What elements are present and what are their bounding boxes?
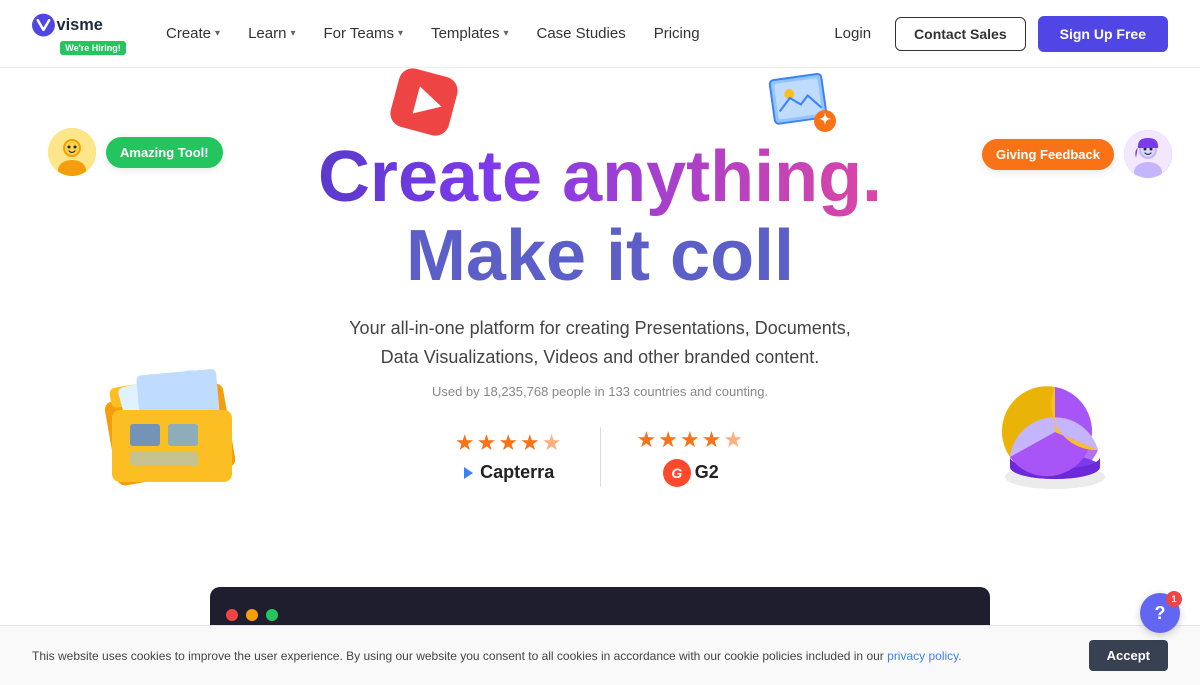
help-button[interactable]: ? 1 <box>1140 593 1180 633</box>
window-dot-green <box>266 609 278 621</box>
window-dot-yellow <box>246 609 258 621</box>
g2-label: G2 <box>695 462 719 483</box>
svg-text:visme: visme <box>57 16 103 34</box>
chevron-down-icon: ▾ <box>503 28 508 39</box>
cookie-accept-button[interactable]: Accept <box>1089 640 1168 671</box>
nav-links: Create ▾ Learn ▾ For Teams ▾ Templates ▾… <box>154 19 822 48</box>
pie-chart-illustration <box>990 382 1120 497</box>
capterra-label: Capterra <box>480 462 554 483</box>
hero-title-line1: Create anything. <box>20 138 1180 217</box>
login-button[interactable]: Login <box>822 19 883 48</box>
g2-logo: G G2 <box>663 459 719 487</box>
logo[interactable]: visme <box>32 12 122 38</box>
navbar: visme We're Hiring! Create ▾ Learn ▾ For… <box>0 0 1200 68</box>
arrow-shape <box>390 68 458 141</box>
hero-section: Amazing Tool! ✦ Create anything. Make it… <box>0 68 1200 507</box>
capterra-stars: ★★★★★ <box>455 430 564 456</box>
nav-learn[interactable]: Learn ▾ <box>236 19 307 48</box>
capterra-logo: Capterra <box>464 462 554 483</box>
hero-stat: Used by 18,235,768 people in 133 countri… <box>20 384 1180 399</box>
svg-text:✦: ✦ <box>819 111 831 127</box>
window-dot-red <box>226 609 238 621</box>
chevron-down-icon: ▾ <box>290 28 295 39</box>
privacy-policy-link[interactable]: privacy policy. <box>887 649 961 663</box>
g2-logo-circle: G <box>663 459 691 487</box>
g2-rating: ★★★★★ G G2 <box>600 427 782 487</box>
image-frame-shape: ✦ <box>768 68 840 145</box>
nav-for-teams[interactable]: For Teams ▾ <box>311 19 415 48</box>
hero-title-line2: Make it coll <box>20 217 1180 296</box>
nav-case-studies[interactable]: Case Studies <box>524 19 637 48</box>
g2-stars: ★★★★★ <box>637 427 746 453</box>
logo-container: visme We're Hiring! <box>32 12 154 54</box>
hero-subtitle: Your all-in-one platform for creating Pr… <box>20 314 1180 372</box>
chevron-down-icon: ▾ <box>215 28 220 39</box>
contact-sales-button[interactable]: Contact Sales <box>895 17 1026 51</box>
cookie-banner: This website uses cookies to improve the… <box>0 625 1200 685</box>
capterra-rating: ★★★★★ Capterra <box>419 430 600 483</box>
cookie-text: This website uses cookies to improve the… <box>32 649 1073 663</box>
signup-button[interactable]: Sign Up Free <box>1038 16 1168 52</box>
hiring-badge: We're Hiring! <box>60 41 125 55</box>
chevron-down-icon: ▾ <box>398 28 403 39</box>
help-badge: 1 <box>1166 591 1182 607</box>
nav-templates[interactable]: Templates ▾ <box>419 19 520 48</box>
nav-actions: Login Contact Sales Sign Up Free <box>822 16 1168 52</box>
capterra-arrow-icon <box>464 467 473 479</box>
nav-pricing[interactable]: Pricing <box>642 19 712 48</box>
nav-create[interactable]: Create ▾ <box>154 19 232 48</box>
